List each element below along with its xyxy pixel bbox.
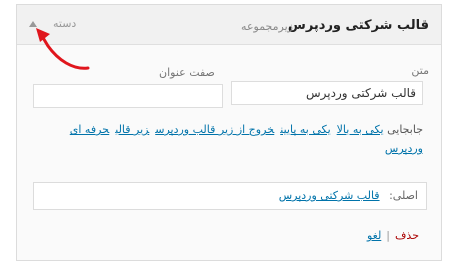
move-under-link[interactable]: زیر قالب — [115, 123, 149, 136]
title-attribute-input[interactable] — [33, 84, 223, 108]
original-box: اصلی: قالب شرکتی وردپرس — [33, 182, 427, 210]
navigation-label: متن — [411, 64, 429, 77]
title-attribute-label: صفت عنوان — [159, 66, 215, 79]
item-actions: حذف | لغو — [367, 229, 419, 242]
menu-item-title: قالب شرکتی وردپرس — [287, 18, 429, 33]
original-label: اصلی: — [389, 189, 418, 202]
move-down-link[interactable]: یکی به پایین — [280, 123, 330, 136]
move-label: جابجایی — [387, 123, 423, 136]
delete-link[interactable]: حذف — [395, 229, 419, 242]
cancel-link[interactable]: لغو — [367, 229, 381, 242]
annotation-arrow-icon — [36, 28, 90, 70]
menu-item-subtitle: زیرمجموعه — [241, 20, 293, 33]
move-out-link[interactable]: خروج از زیر قالب وردپرس — [155, 123, 274, 136]
original-link[interactable]: قالب شرکتی وردپرس — [279, 189, 380, 202]
move-links: جابجایی یکی به بالا یکی به پایین خروج از ز… — [25, 120, 423, 158]
move-up-link[interactable]: یکی به بالا — [337, 123, 384, 136]
actions-separator: | — [386, 229, 391, 242]
navigation-label-input[interactable] — [231, 81, 423, 105]
